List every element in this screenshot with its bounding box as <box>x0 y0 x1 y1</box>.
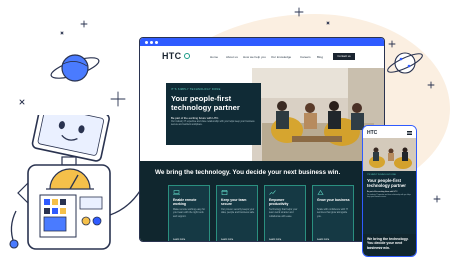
phone-hero-subtitle: Be part of the exciting future with HTC. <box>367 191 398 193</box>
contact-button[interactable]: Contact us <box>333 53 355 60</box>
services-title: We bring the technology. You decide your… <box>155 169 341 176</box>
sparkle-icon <box>110 91 126 107</box>
card-link[interactable]: Learn more <box>173 238 185 241</box>
hero-tag: IT'S SIMPLY TECHNOLOGY DONE <box>171 88 221 91</box>
hero-subtitle: Be part of the exciting future with HTC. <box>171 116 220 120</box>
rocket-icon <box>317 190 324 195</box>
sparkle-icon <box>433 195 441 203</box>
nav-link-careers[interactable]: Careers <box>300 55 311 59</box>
hero-title: Your people-first technology partner <box>171 94 240 112</box>
window-dot-icon <box>150 40 153 44</box>
card-link[interactable]: Learn more <box>269 238 281 241</box>
chart-icon <box>269 190 276 195</box>
nav-link-about[interactable]: About us <box>226 55 238 59</box>
card-text: Make remote working easy for your team w… <box>173 208 206 218</box>
service-card[interactable]: Empower productivity Technology that hel… <box>264 185 306 241</box>
nav-link-home[interactable]: Home <box>210 55 218 59</box>
sparkle-icon <box>294 7 304 17</box>
browser-window: HTC Home About us How we help you Our kn… <box>139 37 385 242</box>
card-link[interactable]: Learn more <box>221 238 233 241</box>
phone-hero-title: Your people-first technology partner <box>367 178 406 189</box>
laptop-icon <box>173 190 180 195</box>
planet-icon <box>50 54 100 82</box>
site-logo[interactable]: HTC <box>162 51 181 61</box>
office-meeting-image <box>363 138 416 171</box>
phone-hero-body: Our industry IT expertise and close rela… <box>367 195 411 199</box>
site-navbar: HTC Home About us How we help you Our kn… <box>140 46 384 68</box>
store-icon <box>221 190 228 195</box>
sparkle-icon <box>80 20 88 28</box>
nav-link-blog[interactable]: Blog <box>317 55 323 59</box>
card-title: Empower productivity <box>269 198 289 207</box>
robot-illustration <box>9 115 156 250</box>
hero-body: Our industry IT expertise and close rela… <box>171 121 255 127</box>
phone-services-subtitle: Find a better solution <box>367 247 384 249</box>
service-card[interactable]: Keep your team secure Our proven securit… <box>216 185 258 241</box>
card-text: Technology that helps your team work sma… <box>269 208 298 218</box>
sparkle-icon <box>388 40 396 48</box>
phone-services-section: We bring the technology. You decide your… <box>363 234 416 256</box>
card-title: Enable remote working <box>173 198 197 207</box>
window-dot-icon <box>145 40 148 44</box>
sparkle-icon <box>326 21 330 25</box>
card-text: Our proven security keeps your data, peo… <box>221 208 255 215</box>
service-card[interactable]: Grow your business Scale with confidence… <box>312 185 354 241</box>
service-card[interactable]: Enable remote working Make remote workin… <box>168 185 210 241</box>
window-dot-icon <box>155 40 158 44</box>
phone-mockup: HTC IT'S SIMPLY TECHNOLOGY DONE Your peo… <box>362 125 417 257</box>
card-title: Keep your team secure <box>221 198 247 207</box>
phone-hero-photo <box>363 138 416 171</box>
nav-link-help[interactable]: How we help you <box>243 55 266 59</box>
card-text: Scale with confidence with IT services t… <box>317 208 348 218</box>
card-title: Grow your business <box>317 198 350 202</box>
services-section: We bring the technology. You decide your… <box>140 161 384 241</box>
sparkle-icon <box>60 31 64 35</box>
phone-navbar: HTC <box>363 126 416 138</box>
planet-icon <box>387 52 423 74</box>
sparkle-icon <box>19 99 25 105</box>
hero-panel: IT'S SIMPLY TECHNOLOGY DONE Your people-… <box>166 83 261 145</box>
logo-mark-icon <box>184 53 190 59</box>
phone-logo[interactable]: HTC <box>367 130 377 136</box>
hamburger-menu-icon[interactable] <box>407 131 412 132</box>
phone-hero-tag: IT'S SIMPLY TECHNOLOGY DONE <box>367 174 396 176</box>
nav-link-knowledge[interactable]: Our knowledge <box>271 55 291 59</box>
card-link[interactable]: Learn more <box>317 238 329 241</box>
browser-toolbar <box>140 38 384 46</box>
sparkle-icon <box>427 81 435 89</box>
